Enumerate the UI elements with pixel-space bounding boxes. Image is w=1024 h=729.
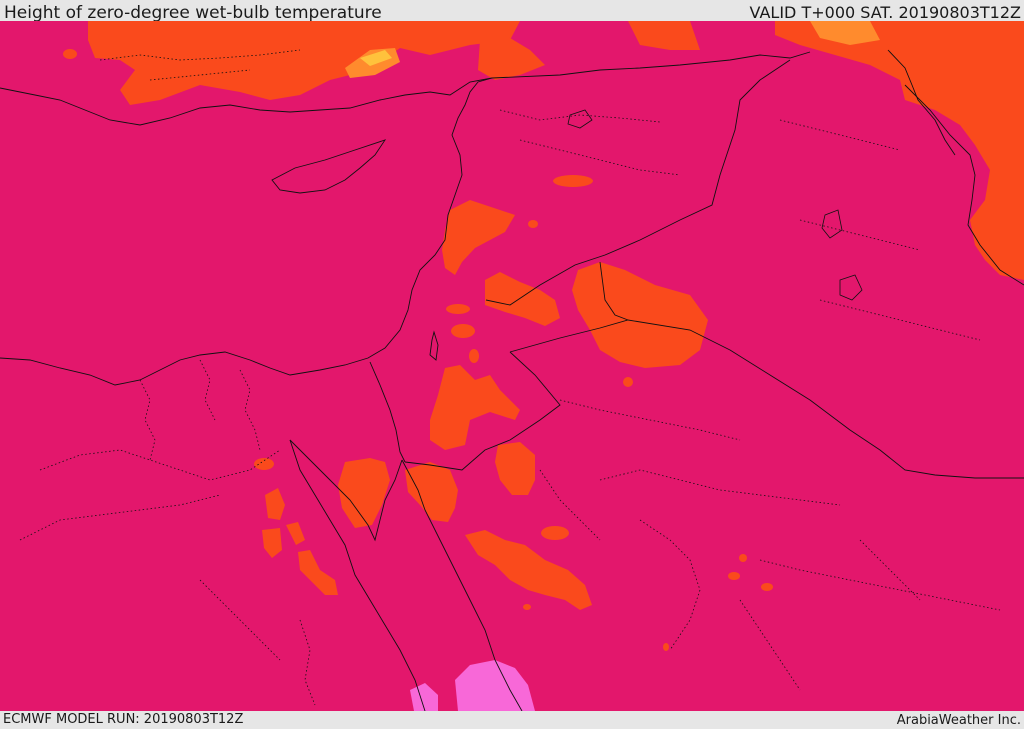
field-background xyxy=(0,21,1024,711)
field-orange-egypt-dot xyxy=(254,458,274,470)
field-orange-dot-3 xyxy=(469,349,479,363)
field-orange-dot-1 xyxy=(446,304,470,314)
field-orange-syria-dot xyxy=(528,220,538,228)
field-orange-dot-5 xyxy=(728,572,740,580)
field-orange-dot-6 xyxy=(761,583,773,591)
field-orange-blob-w xyxy=(63,49,77,59)
field-orange-dot-9 xyxy=(663,643,669,651)
header-bar: Height of zero-degree wet-bulb temperatu… xyxy=(0,0,1024,21)
field-orange-dot-4 xyxy=(623,377,633,387)
weather-map xyxy=(0,21,1024,711)
credit-label: ArabiaWeather Inc. xyxy=(896,713,1021,728)
map-panel xyxy=(0,21,1024,711)
model-run-label: ECMWF MODEL RUN: 20190803T12Z xyxy=(3,712,244,727)
map-title: Height of zero-degree wet-bulb temperatu… xyxy=(4,3,382,21)
field-orange-dot-2 xyxy=(451,324,475,338)
footer-bar: ECMWF MODEL RUN: 20190803T12Z ArabiaWeat… xyxy=(0,711,1024,729)
field-orange-syria-small xyxy=(553,175,593,187)
field-orange-hejaz-dot xyxy=(541,526,569,540)
field-orange-dot-8 xyxy=(523,604,531,610)
valid-time-label: VALID T+000 SAT. 20190803T12Z xyxy=(749,3,1021,21)
field-orange-dot-7 xyxy=(739,554,747,562)
